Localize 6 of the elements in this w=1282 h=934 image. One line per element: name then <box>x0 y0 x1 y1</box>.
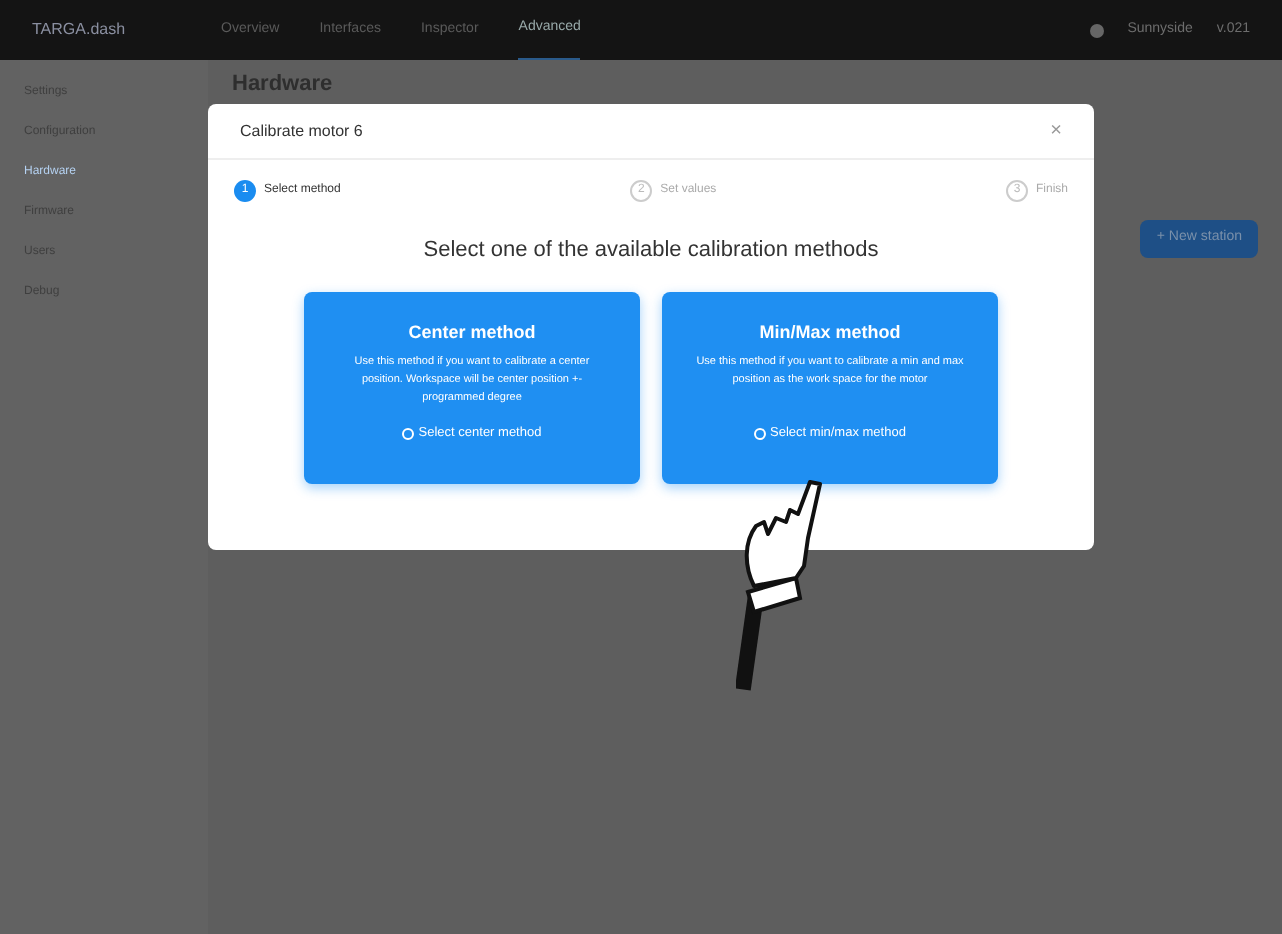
dialog-title: Calibrate motor 6 <box>240 119 363 143</box>
close-button[interactable]: × <box>1050 116 1062 146</box>
brand-logo-text[interactable]: TARGA.dash <box>32 18 126 42</box>
method-title: Center method <box>408 319 536 345</box>
method-title: Min/Max method <box>759 319 901 345</box>
dialog-heading: Select one of the available calibration methods <box>421 236 881 266</box>
